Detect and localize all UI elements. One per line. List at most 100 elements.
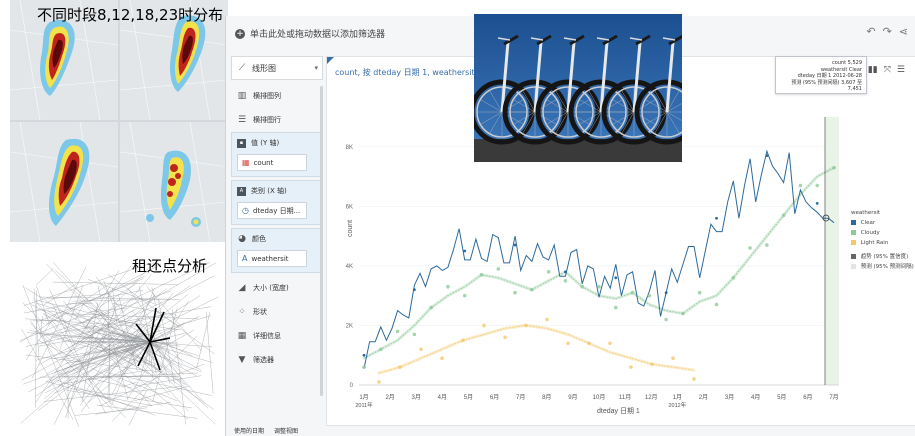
legend-item-clear[interactable]: Clear — [851, 218, 914, 228]
heatmap-image — [10, 122, 118, 242]
data-point-clear — [412, 288, 416, 292]
size-shelf[interactable]: ◢ 大小 (宽度) — [231, 276, 323, 300]
data-point-cloudy — [765, 243, 769, 247]
bottom-tab-bar: 使用的日期 调整视图 — [226, 426, 915, 436]
network-edge — [22, 302, 45, 325]
data-point-light-rain — [587, 341, 591, 346]
data-point-cloudy — [362, 365, 366, 369]
network-edge — [196, 312, 211, 369]
network-edge — [20, 314, 145, 424]
trend-line-cloudy — [363, 167, 835, 359]
line-chart-icon: ⟋ — [238, 63, 246, 73]
data-point-cloudy — [446, 284, 450, 289]
viz-type-select[interactable]: ⟋ 线形图 ▾ — [231, 56, 323, 80]
network-edge — [21, 328, 74, 420]
legend-label: 趋势 (95% 置信度) — [860, 254, 909, 260]
data-point-clear — [564, 270, 567, 274]
shelf-scrollbar[interactable] — [320, 86, 323, 396]
x-tick-label: 6月 — [803, 394, 812, 401]
data-point-light-rain — [608, 341, 612, 346]
data-point-cloudy — [781, 213, 786, 218]
trend-band-cloudy — [362, 166, 836, 360]
undo-icon[interactable]: ↶ — [866, 25, 875, 38]
heatmap-18h — [10, 122, 118, 242]
heatmap-23h — [120, 122, 228, 242]
x-tick-label: 8月 — [542, 394, 551, 401]
chart-legend: weathersit Clear Cloudy Light Rain 趋势 (9… — [851, 208, 914, 272]
category-shelf[interactable]: A 类别 (X 轴) ◷ dteday 日期... — [231, 180, 323, 225]
legend-trend[interactable]: 趋势 (95% 置信度) — [851, 252, 914, 262]
color-shelf-label: 颜色 — [252, 235, 266, 243]
data-point-cloudy — [798, 183, 803, 188]
columns-shelf[interactable]: ▥ 横排图列 — [231, 84, 323, 108]
legend-swatch — [851, 254, 856, 259]
data-point-clear — [513, 243, 517, 247]
network-edge — [177, 364, 205, 375]
legend-item-light-rain[interactable]: Light Rain — [851, 238, 914, 248]
network-edge — [80, 325, 202, 372]
x-tick-label: 10月 — [593, 394, 606, 401]
data-point-light-rain — [461, 338, 465, 343]
bar-chart-icon[interactable]: ▮▮ — [868, 65, 878, 75]
rows-shelf[interactable]: ☰ 横排图行 — [231, 108, 323, 132]
series-line-clear — [363, 149, 835, 369]
tab-adjust-view[interactable]: 调整视图 — [274, 428, 298, 435]
shelf-panel: ⟋ 线形图 ▾ ▥ 横排图列 ☰ 横排图行 ▪ 值 (Y 轴) ▦ count … — [231, 56, 323, 436]
network-edge — [43, 386, 182, 402]
value-shelf[interactable]: ▪ 值 (Y 轴) ▦ count — [231, 132, 323, 177]
data-point-cloudy — [429, 305, 433, 310]
detail-shelf[interactable]: ▦ 详细信息 — [231, 324, 323, 348]
shape-shelf[interactable]: ⁘ 形状 — [231, 300, 323, 324]
data-point-clear — [614, 276, 618, 280]
tooltip-line: 预测 (95% 预测间隔) 3,607 至 7,451 — [791, 79, 862, 93]
menu-icon[interactable]: ☰ — [897, 65, 905, 75]
measure-icon: ▦ — [242, 158, 250, 167]
network-edge — [36, 268, 54, 285]
network-caption: 租还点分析 — [132, 257, 208, 275]
x-year-label: 2012年 — [668, 401, 686, 409]
network-edge — [30, 319, 90, 410]
tab-dates-used[interactable]: 使用的日期 — [234, 428, 264, 435]
data-point-cloudy — [580, 284, 585, 289]
dteday-pill[interactable]: ◷ dteday 日期... — [237, 202, 307, 219]
network-edge — [84, 265, 132, 329]
data-point-cloudy — [546, 270, 551, 274]
data-tooltip: count 5,529 weathersit Clear dteday 日期 1… — [775, 56, 867, 94]
data-point-cloudy — [462, 293, 467, 298]
network-edge — [50, 316, 130, 383]
legend-swatch — [851, 220, 856, 225]
count-pill[interactable]: ▦ count — [237, 154, 307, 171]
network-edge — [99, 373, 166, 407]
data-point-light-rain — [545, 317, 549, 322]
network-edge — [46, 263, 170, 396]
x-tick-label: 7月 — [829, 394, 838, 401]
redo-icon[interactable]: ↷ — [883, 25, 892, 38]
y-tick-label: 8K — [346, 145, 353, 151]
data-point-light-rain — [629, 365, 633, 369]
x-tick-label: 4月 — [438, 394, 447, 401]
data-point-light-rain — [650, 362, 654, 366]
data-point-cloudy — [681, 311, 685, 316]
weathersit-pill[interactable]: A weathersit — [237, 250, 307, 267]
data-point-cloudy — [748, 246, 752, 250]
data-point-cloudy — [530, 287, 534, 292]
y-tick-label: 0 — [350, 383, 354, 389]
legend-item-cloudy[interactable]: Cloudy — [851, 228, 914, 238]
bicycle-photo — [474, 14, 682, 162]
rows-label: 横排图行 — [253, 116, 281, 124]
y-tick-label: 4K — [346, 264, 353, 270]
swap-axes-icon[interactable]: ⤧ — [884, 65, 891, 75]
legend-forecast[interactable]: 预测 (95% 预测间隔) — [851, 262, 914, 272]
filter-label: 筛选器 — [253, 356, 274, 364]
share-icon[interactable]: ⋖ — [899, 25, 908, 38]
weathersit-pill-label: weathersit — [251, 254, 289, 263]
trend-band-light-rain — [377, 323, 696, 375]
color-shelf[interactable]: ◕ 颜色 A weathersit — [231, 228, 323, 273]
x-tick-label: 5月 — [464, 394, 473, 401]
data-point-light-rain — [419, 347, 423, 352]
add-filter-button[interactable]: + 单击此处或拖动数据以添加筛选器 — [235, 27, 385, 40]
x-tick-label: 9月 — [568, 394, 577, 401]
dteday-pill-label: dteday 日期... — [252, 206, 301, 215]
heatmap-image — [120, 122, 228, 242]
filter-shelf[interactable]: ▼ 筛选器 — [231, 348, 323, 372]
